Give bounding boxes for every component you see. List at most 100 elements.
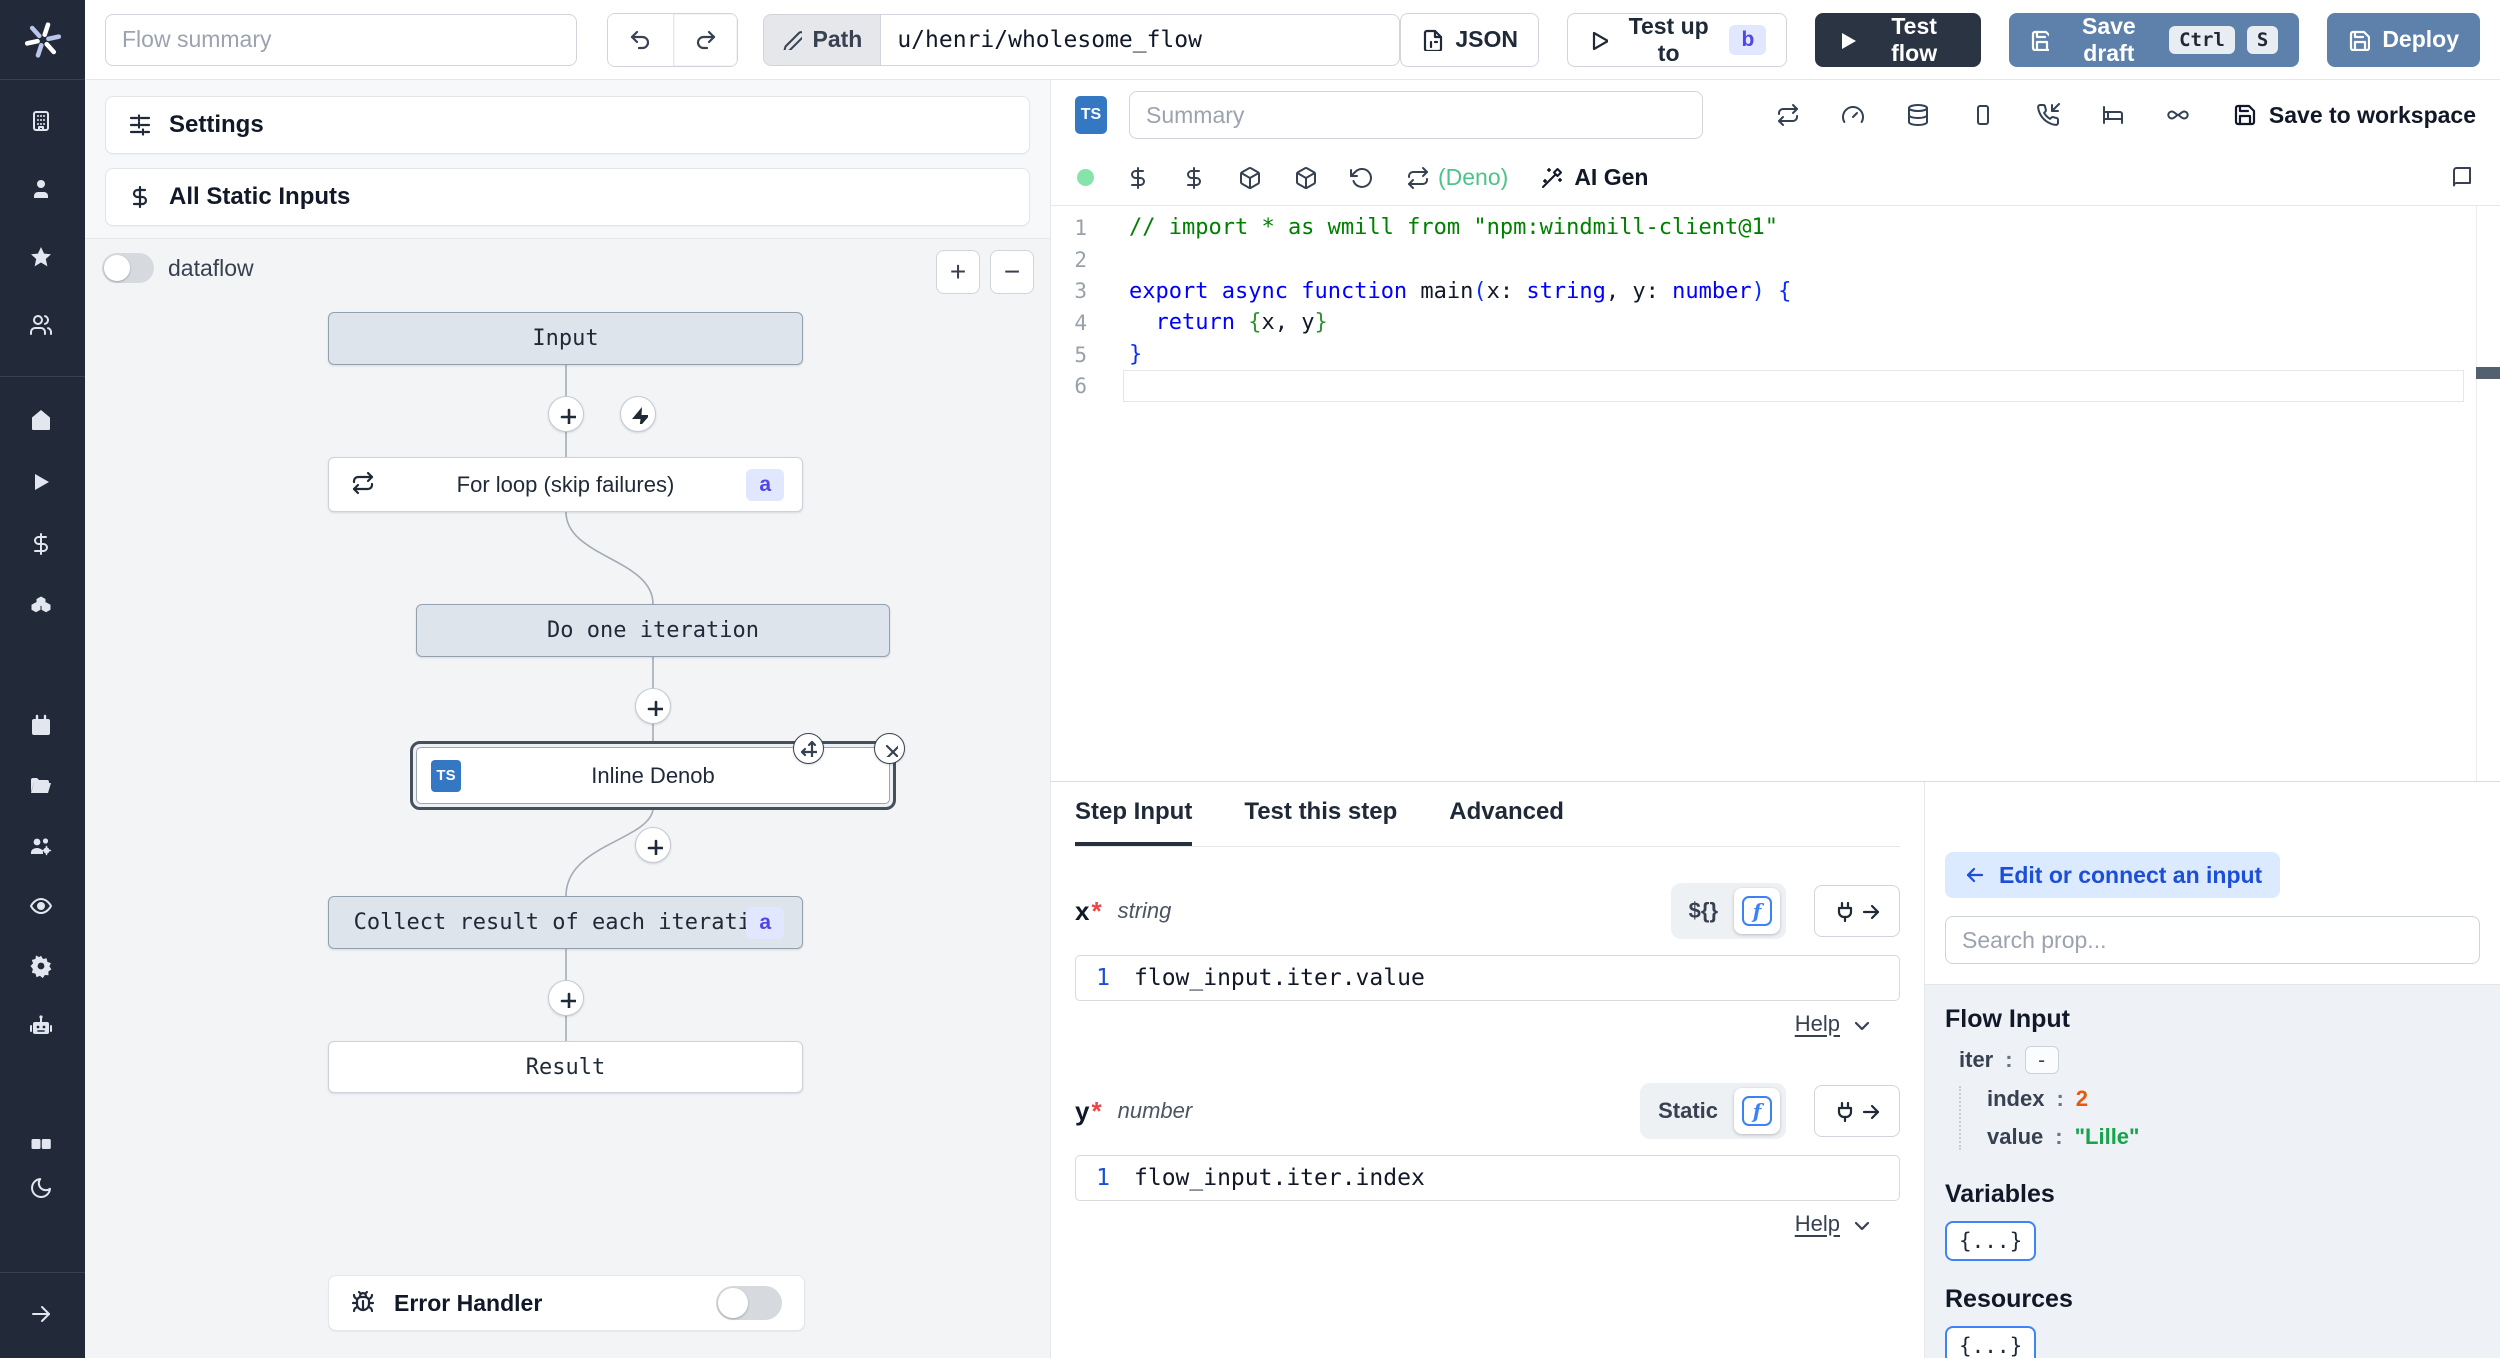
field-x-mode-label[interactable]: ${}	[1677, 898, 1730, 924]
search-prop-input[interactable]	[1945, 916, 2480, 964]
zoom-out-button[interactable]: −	[990, 250, 1034, 294]
field-x-connect-button[interactable]	[1814, 885, 1900, 937]
flow-settings-button[interactable]: Settings	[105, 96, 1030, 154]
sidebar-expand[interactable]	[0, 1272, 85, 1358]
field-y-help-link[interactable]: Help	[1795, 1211, 1840, 1237]
sidebar-item-user[interactable]	[21, 170, 65, 210]
field-y-expr-toggle[interactable]	[1734, 1088, 1780, 1134]
add-step-button[interactable]	[548, 396, 584, 432]
field-x-help-link[interactable]: Help	[1795, 1011, 1840, 1037]
sidebar-item-variables[interactable]	[21, 525, 65, 565]
delete-node-button[interactable]	[874, 733, 905, 764]
node-do-one-iteration[interactable]: Do one iteration	[416, 604, 890, 657]
flow-input-title: Flow Input	[1945, 1005, 2070, 1033]
path-button[interactable]: Path	[763, 13, 881, 66]
code-line-3[interactable]: 3 export async function main(x: string, y…	[1051, 275, 2500, 307]
tree-key-iter[interactable]: iter	[1959, 1047, 1993, 1073]
field-x-type: string	[1117, 898, 1172, 923]
docs-book-icon[interactable]	[2450, 166, 2474, 190]
add-step-button[interactable]	[635, 688, 671, 724]
node-for-loop[interactable]: For loop (skip failures) a	[328, 457, 803, 512]
flow-summary-input[interactable]	[105, 13, 578, 66]
error-handler-toggle[interactable]	[716, 1286, 782, 1320]
test-flow-button[interactable]: Test flow	[1815, 12, 1981, 67]
contextual-dollar-icon[interactable]	[1182, 166, 1206, 190]
edit-or-connect-button[interactable]: Edit or connect an input	[1945, 852, 2281, 898]
code-line-1[interactable]: 1// import * as wmill from "npm:windmill…	[1051, 212, 2500, 244]
zoom-in-button[interactable]: +	[936, 250, 980, 294]
tree-value-iter-collapsed[interactable]: -	[2024, 1046, 2059, 1074]
node-collect-result[interactable]: Collect result of each iteration a	[328, 896, 803, 949]
move-node-button[interactable]	[793, 733, 824, 764]
tab-step-input[interactable]: Step Input	[1075, 798, 1193, 846]
all-static-inputs-button[interactable]: All Static Inputs	[105, 168, 1030, 226]
deploy-button[interactable]: Deploy	[2327, 12, 2480, 67]
cache-database-icon[interactable]	[1906, 103, 1931, 128]
test-up-to-label: Test up to	[1628, 12, 1709, 66]
node-input[interactable]: Input	[328, 312, 803, 365]
code-line-6[interactable]: 6	[1051, 370, 2500, 402]
code-line-2[interactable]: 2	[1051, 244, 2500, 276]
step-summary-input[interactable]	[1129, 91, 1703, 139]
resource-type-box-icon[interactable]	[1294, 166, 1318, 190]
chevron-down-icon[interactable]	[1850, 1014, 1870, 1034]
sidebar-item-settings[interactable]	[21, 947, 65, 987]
ai-gen-button[interactable]: AI Gen	[1540, 164, 1648, 191]
sidebar-item-theme[interactable]	[21, 1169, 65, 1209]
sidebar-item-resources[interactable]	[21, 587, 65, 627]
resources-object-button[interactable]: {...}	[1945, 1326, 2037, 1358]
resource-box-icon[interactable]	[1238, 166, 1262, 190]
trigger-button[interactable]	[620, 396, 656, 432]
code-editor[interactable]: 1// import * as wmill from "npm:windmill…	[1051, 206, 2500, 781]
infinity-icon[interactable]	[2166, 103, 2191, 128]
sidebar-item-workers[interactable]	[21, 1007, 65, 1047]
test-up-to-button[interactable]: Test up to b	[1566, 12, 1788, 67]
sidebar-item-groups[interactable]	[21, 827, 65, 867]
undo-button[interactable]	[608, 13, 673, 66]
sidebar-item-workspace[interactable]	[21, 102, 65, 142]
editor-scrollbar[interactable]	[2476, 206, 2500, 781]
redo-button[interactable]	[672, 13, 738, 66]
path-input[interactable]	[880, 13, 1401, 66]
early-stop-gauge-icon[interactable]	[1841, 103, 1866, 128]
phone-incoming-icon[interactable]	[2036, 102, 2061, 128]
tree-value-index[interactable]: 2	[2076, 1086, 2088, 1112]
add-step-button[interactable]	[548, 980, 584, 1016]
tab-advanced[interactable]: Advanced	[1449, 798, 1564, 846]
sidebar-item-favorites[interactable]	[21, 238, 65, 278]
reset-rotate-ccw-icon[interactable]	[1350, 166, 1374, 190]
code-line-4[interactable]: 4 return {x, y}	[1051, 307, 2500, 339]
lsp-status-dot	[1077, 169, 1094, 186]
retries-icon[interactable]	[1776, 103, 1801, 128]
json-button[interactable]: JSON	[1400, 12, 1539, 67]
sidebar-item-schedules[interactable]	[21, 707, 65, 747]
chevron-down-icon[interactable]	[1850, 1214, 1870, 1234]
tree-key-value[interactable]: value	[1987, 1124, 2043, 1150]
code-line-5[interactable]: 5}	[1051, 339, 2500, 371]
field-y-expression-editor[interactable]: 1 flow_input.iter.index	[1075, 1155, 1900, 1201]
sidebar-item-folders[interactable]	[21, 767, 65, 807]
dataflow-toggle[interactable]	[102, 253, 154, 283]
field-x-expr-toggle[interactable]	[1734, 888, 1780, 934]
windmill-logo[interactable]	[0, 0, 85, 80]
save-to-workspace-button[interactable]: Save to workspace	[2233, 102, 2476, 129]
sidebar-item-home[interactable]	[21, 401, 65, 441]
add-step-button[interactable]	[635, 827, 671, 863]
sleep-bed-icon[interactable]	[2101, 103, 2126, 128]
variable-dollar-icon[interactable]	[1126, 166, 1150, 190]
tab-test-this-step[interactable]: Test this step	[1244, 798, 1397, 846]
tree-key-index[interactable]: index	[1987, 1086, 2044, 1112]
field-y-connect-button[interactable]	[1814, 1085, 1900, 1137]
variables-object-button[interactable]: {...}	[1945, 1221, 2037, 1261]
sidebar-item-users[interactable]	[21, 306, 65, 346]
sidebar-item-audit[interactable]	[21, 887, 65, 927]
sidebar-item-runs[interactable]	[21, 463, 65, 503]
field-x-expression-editor[interactable]: 1 flow_input.iter.value	[1075, 955, 1900, 1001]
save-draft-button[interactable]: Save draft Ctrl S	[2008, 12, 2300, 67]
tree-value-value[interactable]: "Lille"	[2075, 1124, 2140, 1150]
sidebar-item-docs[interactable]	[21, 1125, 65, 1165]
field-y-mode-label[interactable]: Static	[1646, 1098, 1730, 1124]
runtime-switch[interactable]: (Deno)	[1406, 164, 1508, 191]
node-result[interactable]: Result	[328, 1041, 803, 1093]
mock-square-icon[interactable]	[1971, 103, 1996, 128]
